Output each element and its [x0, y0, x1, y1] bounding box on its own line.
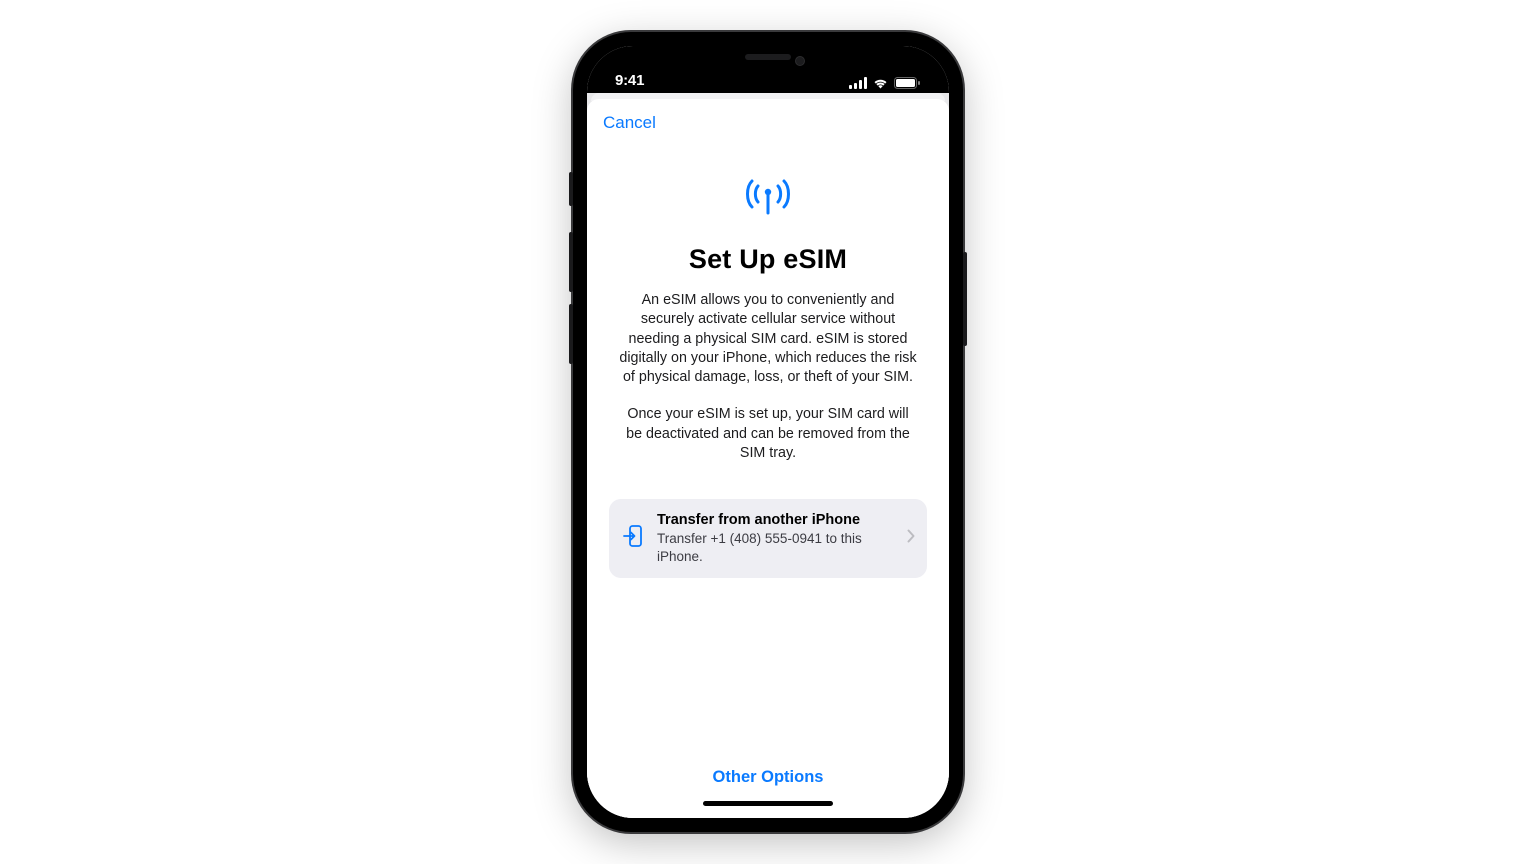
status-time: 9:41 [615, 72, 644, 89]
transfer-card-subtitle: Transfer +1 (408) 555-0941 to this iPhon… [657, 530, 893, 565]
transfer-in-icon [623, 524, 643, 553]
modal-sheet: Cancel Set Up eSIM An [587, 99, 949, 818]
transfer-card-text: Transfer from another iPhone Transfer +1… [657, 512, 893, 565]
side-button [963, 252, 967, 346]
speaker-grille [745, 54, 791, 60]
home-indicator[interactable] [703, 801, 833, 806]
mute-switch [569, 172, 573, 206]
nav-bar: Cancel [587, 99, 949, 139]
antenna-signal-icon [742, 177, 794, 222]
screen: 9:41 [587, 46, 949, 818]
page-description-1: An eSIM allows you to conveniently and s… [618, 291, 918, 387]
other-options-button[interactable]: Other Options [713, 752, 824, 795]
status-icons [849, 77, 921, 89]
battery-icon [894, 77, 921, 89]
chevron-right-icon [907, 529, 915, 548]
volume-up-button [569, 232, 573, 292]
phone-frame: 9:41 [573, 32, 963, 832]
page-title: Set Up eSIM [689, 244, 847, 275]
front-camera [795, 56, 805, 66]
sheet-backdrop: Cancel Set Up eSIM An [587, 93, 949, 818]
volume-down-button [569, 304, 573, 364]
page-description-2: Once your eSIM is set up, your SIM card … [618, 405, 918, 463]
notch [693, 46, 843, 76]
content: Set Up eSIM An eSIM allows you to conven… [587, 139, 949, 752]
wifi-icon [872, 77, 889, 89]
footer: Other Options [587, 752, 949, 818]
cellular-signal-icon [849, 77, 867, 89]
transfer-from-iphone-button[interactable]: Transfer from another iPhone Transfer +1… [609, 499, 927, 578]
cancel-button[interactable]: Cancel [603, 113, 656, 133]
transfer-card-title: Transfer from another iPhone [657, 512, 893, 528]
